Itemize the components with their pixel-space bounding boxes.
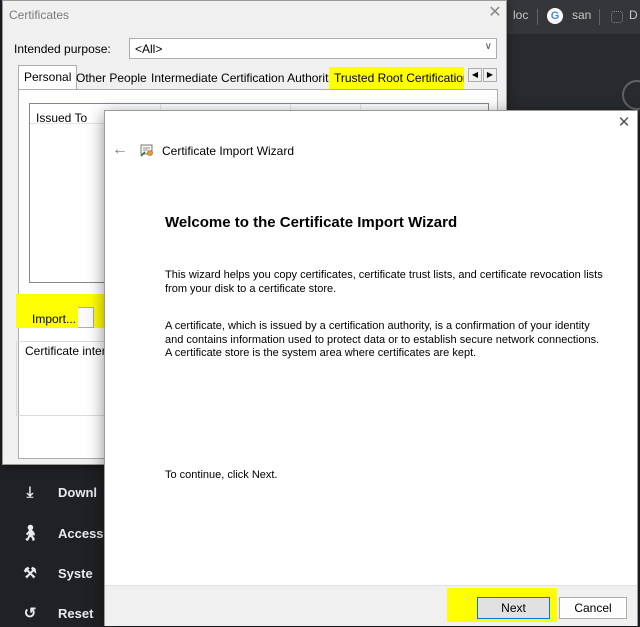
accessibility-icon: 🚶︎ bbox=[20, 525, 40, 542]
tab-separator bbox=[537, 9, 538, 25]
google-icon: G bbox=[547, 8, 563, 24]
close-icon[interactable]: ✕ bbox=[615, 114, 633, 132]
close-icon[interactable]: ✕ bbox=[485, 3, 505, 23]
tab-personal[interactable]: Personal bbox=[18, 65, 78, 89]
intended-purpose-value: <All> bbox=[135, 42, 163, 56]
download-icon: ⤓ bbox=[26, 484, 34, 501]
certificates-title: Certificates bbox=[9, 8, 70, 22]
tab-scroll-right-icon[interactable]: ▶ bbox=[483, 68, 497, 82]
wizard-title: Certificate Import Wizard bbox=[162, 144, 295, 158]
browser-tab-search[interactable]: san bbox=[572, 8, 591, 22]
settings-menu-reset[interactable]: ↺ Reset bbox=[20, 604, 94, 622]
tab-separator bbox=[599, 9, 600, 25]
certificate-import-wizard: ✕ ← Certificate Import Wizard Welcome to… bbox=[104, 110, 638, 626]
browser-content bbox=[505, 34, 640, 114]
reset-icon: ↺ bbox=[23, 605, 37, 622]
column-issued-to[interactable]: Issued To bbox=[36, 111, 87, 125]
wizard-intro-text: This wizard helps you copy certificates,… bbox=[165, 269, 603, 295]
wizard-footer: Next Cancel bbox=[105, 585, 637, 626]
wizard-continue-text: To continue, click Next. bbox=[165, 469, 278, 481]
certificate-tabs: Personal Other People Intermediate Certi… bbox=[18, 65, 498, 89]
intended-purpose-label: Intended purpose: bbox=[14, 42, 111, 56]
import-button-edge bbox=[78, 307, 94, 328]
wrench-icon: ⚒ bbox=[23, 565, 37, 582]
intended-purpose-select[interactable]: <All> ∨ bbox=[129, 38, 497, 59]
import-label: Import... bbox=[32, 312, 77, 326]
browser-tab-local[interactable]: loc bbox=[513, 8, 528, 22]
settings-menu-accessibility[interactable]: 🚶︎ Access bbox=[20, 524, 103, 542]
wizard-description-text: A certificate, which is issued by a cert… bbox=[165, 320, 600, 359]
certificate-icon bbox=[140, 144, 153, 157]
tab-intermediate-ca[interactable]: Intermediate Certification Authorities bbox=[146, 67, 349, 89]
tab-other-people[interactable]: Other People bbox=[71, 67, 152, 89]
settings-menu-downloads[interactable]: ⤓ Downl bbox=[20, 484, 97, 501]
settings-menu-system[interactable]: ⚒ Syste bbox=[20, 564, 92, 582]
back-arrow-icon[interactable]: ← bbox=[112, 141, 130, 159]
dotted-square-icon bbox=[611, 11, 623, 23]
cancel-button[interactable]: Cancel bbox=[559, 597, 627, 619]
chevron-down-icon: ∨ bbox=[484, 41, 492, 52]
tab-scroll-left-icon[interactable]: ◀ bbox=[468, 68, 482, 82]
import-button[interactable]: Import... bbox=[16, 294, 106, 328]
wizard-heading: Welcome to the Certificate Import Wizard bbox=[165, 214, 458, 231]
tab-trusted-root-ca[interactable]: Trusted Root Certification bbox=[329, 67, 464, 89]
browser-tab-d[interactable]: D bbox=[629, 8, 638, 22]
next-button[interactable]: Next bbox=[477, 597, 550, 619]
